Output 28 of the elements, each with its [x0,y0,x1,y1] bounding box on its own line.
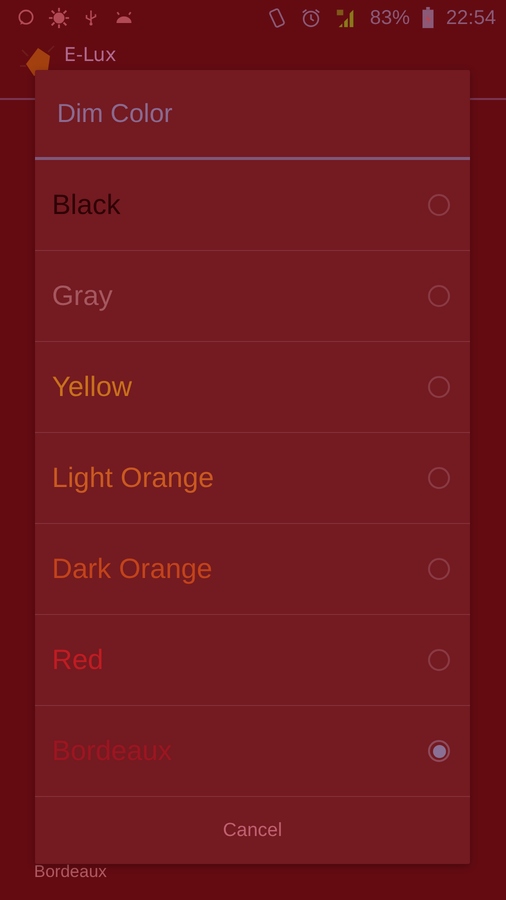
color-option[interactable]: Red [35,615,470,706]
radio-button[interactable] [428,285,450,307]
radio-button[interactable] [428,467,450,489]
option-label: Dark Orange [52,553,214,585]
color-option[interactable]: Light Orange [35,433,470,524]
radio-button[interactable] [428,376,450,398]
alarm-icon [300,7,322,29]
radio-button[interactable] [428,194,450,216]
radio-button[interactable] [428,558,450,580]
option-label: Yellow [52,371,133,403]
color-option[interactable]: Gray [35,251,470,342]
option-label: Red [52,644,104,676]
setting-summary: Bordeaux [34,862,107,881]
radio-button[interactable] [428,740,450,762]
sun-icon [48,7,70,29]
clock: 22:54 [446,6,496,30]
option-label: Gray [52,280,114,312]
option-label: Light Orange [52,462,215,494]
dialog-title: Dim Color [35,70,470,160]
radio-button[interactable] [428,649,450,671]
battery-percentage: 83% [370,6,410,30]
option-label: Black [52,189,122,221]
app-title: E-Lux [64,44,116,66]
color-option[interactable]: Yellow [35,342,470,433]
battery-icon [422,7,434,29]
cancel-button[interactable]: Cancel [35,797,470,864]
color-option[interactable]: Dark Orange [35,524,470,615]
color-option[interactable]: Black [35,160,470,251]
